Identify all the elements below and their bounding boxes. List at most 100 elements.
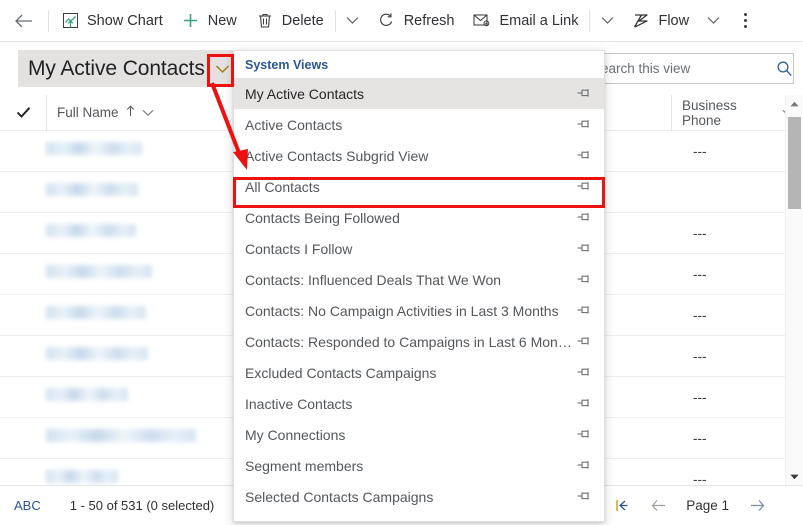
search-icon[interactable] [775,54,793,83]
cell-full-name[interactable] [0,429,241,447]
page-next-icon[interactable] [739,491,773,521]
view-selector-title: My Active Contacts [28,56,205,80]
chevron-down-icon[interactable] [211,50,235,87]
cell-full-name[interactable] [0,306,241,324]
show-chart-icon [60,11,80,31]
flyout-view-item-label: Contacts: Influenced Deals That We Won [245,271,502,288]
flyout-view-item-label: Segment members [245,457,364,474]
redacted-text [46,306,146,319]
cell-full-name[interactable] [0,142,241,160]
flyout-view-item[interactable]: Contacts: No Campaign Activities in Last… [234,295,604,326]
cell-business-phone[interactable]: --- [671,431,803,446]
cell-full-name[interactable] [0,388,241,406]
email-overflow-chevron-icon[interactable] [592,0,622,42]
cell-business-phone[interactable]: --- [671,349,803,364]
page-number-label: Page 1 [686,498,729,513]
page-prev-icon[interactable] [642,491,676,521]
cell-full-name[interactable] [0,347,241,365]
cell-business-phone[interactable]: --- [671,390,803,405]
column-menu-chevron-icon[interactable] [142,109,154,117]
pin-icon[interactable] [574,240,592,258]
view-selector[interactable]: My Active Contacts [18,50,237,87]
redacted-text [46,265,152,278]
cell-business-phone[interactable]: --- [671,226,803,241]
view-selector-flyout: System Views My Active Contacts Active Co… [233,50,605,522]
pin-icon[interactable] [574,302,592,320]
pin-icon[interactable] [574,426,592,444]
flow-button[interactable]: Flow [622,0,698,42]
show-chart-label: Show Chart [87,12,163,29]
flyout-view-item-label: Active Contacts Subgrid View [245,147,429,164]
email-link-icon [472,11,492,31]
pin-icon[interactable] [574,209,592,227]
flyout-view-item[interactable]: Contacts Being Followed [234,202,604,233]
search-box[interactable] [581,53,794,84]
pin-icon[interactable] [574,364,592,382]
pin-icon[interactable] [574,333,592,351]
command-bar: Show Chart New Delete Refresh Email a Li… [0,0,803,42]
cell-full-name[interactable] [0,224,241,242]
redacted-text [46,388,128,401]
flyout-view-item[interactable]: My Connections [234,419,604,450]
column-header-full-name[interactable]: Full Name [46,94,241,131]
flyout-view-item-label: Selected Contacts Campaigns [245,488,434,505]
column-header-full-name-label: Full Name [57,105,119,120]
select-all-checkbox[interactable] [0,95,46,131]
pin-icon[interactable] [574,271,592,289]
flyout-view-item[interactable]: Active Contacts Subgrid View [234,140,604,171]
grid-vertical-scrollbar[interactable] [785,95,803,485]
flyout-view-item[interactable]: My Active Contacts [234,78,604,109]
refresh-label: Refresh [403,12,455,29]
email-a-link-button[interactable]: Email a Link [463,0,587,42]
column-header-business-phone[interactable]: Business Phone [671,94,803,131]
email-a-link-label: Email a Link [499,12,579,29]
flyout-item-list: My Active Contacts Active Contacts Active … [234,78,604,512]
redacted-text [46,224,136,237]
redacted-text [46,347,148,360]
flyout-view-item-label: All Contacts [245,178,320,195]
pin-icon[interactable] [574,178,592,196]
flyout-view-item[interactable]: All Contacts [234,171,604,202]
flow-chevron-icon[interactable] [698,0,728,42]
flow-icon [631,11,651,31]
caret-up-icon[interactable] [786,95,803,112]
flyout-view-item[interactable]: Contacts: Influenced Deals That We Won [234,264,604,295]
flyout-view-item[interactable]: Excluded Contacts Campaigns [234,357,604,388]
cell-business-phone[interactable]: --- [671,308,803,323]
flyout-view-item-label: Contacts Being Followed [245,209,400,226]
delete-button[interactable]: Delete [246,0,333,42]
flyout-view-item[interactable]: Active Contacts [234,109,604,140]
back-button[interactable] [0,0,46,42]
pin-icon[interactable] [574,116,592,134]
flyout-view-item[interactable]: Segment members [234,450,604,481]
flyout-view-item[interactable]: Contacts I Follow [234,233,604,264]
pin-icon[interactable] [574,488,592,506]
refresh-button[interactable]: Refresh [368,0,464,42]
pin-icon[interactable] [574,457,592,475]
trash-icon [255,11,275,31]
cell-business-phone[interactable]: --- [671,267,803,282]
ellipsis-dot [743,25,747,29]
delete-overflow-chevron-icon[interactable] [338,0,368,42]
cell-business-phone[interactable]: --- [671,144,803,159]
scroll-thumb[interactable] [788,117,801,209]
flyout-view-item-label: Contacts I Follow [245,240,353,257]
alpha-filter-button[interactable]: ABC [14,498,41,513]
cell-full-name[interactable] [0,265,241,283]
flyout-view-item[interactable]: Selected Contacts Campaigns [234,481,604,512]
pin-icon[interactable] [574,85,592,103]
page-first-icon[interactable] [606,491,640,521]
pin-icon[interactable] [574,147,592,165]
flyout-view-item[interactable]: Contacts: Responded to Campaigns in Last… [234,326,604,357]
cell-full-name[interactable] [0,183,241,201]
flyout-view-item-label: Contacts: No Campaign Activities in Last… [245,302,559,319]
new-button[interactable]: New [172,0,246,42]
show-chart-button[interactable]: Show Chart [51,0,172,42]
pin-icon[interactable] [574,395,592,413]
caret-down-icon[interactable] [786,468,803,485]
flyout-view-item[interactable]: Inactive Contacts [234,388,604,419]
more-commands-button[interactable] [728,0,762,42]
search-input[interactable] [582,61,775,76]
redacted-text [46,429,196,442]
redacted-text [46,142,142,155]
